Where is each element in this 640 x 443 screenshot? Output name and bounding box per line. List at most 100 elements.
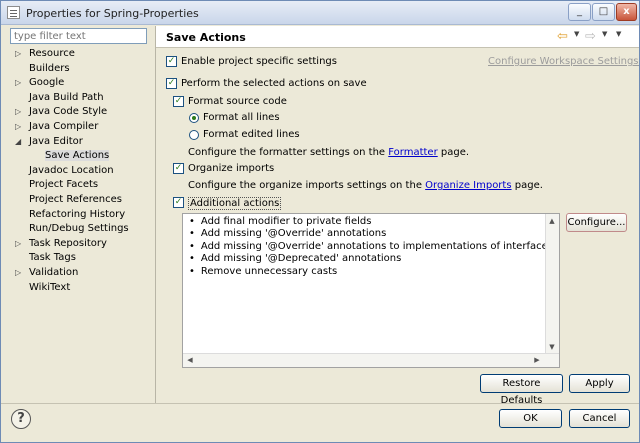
back-arrow-icon[interactable]: ⇦	[557, 29, 573, 44]
format-all-label: Format all lines	[203, 112, 280, 123]
page-title: Save Actions	[166, 31, 246, 44]
expand-arrow-icon[interactable]: ▷	[15, 122, 23, 132]
tree-item-label: Java Compiler	[29, 121, 99, 132]
tree-item-label: Run/Debug Settings	[29, 223, 129, 235]
expand-arrow-icon[interactable]: ▷	[15, 78, 23, 88]
horizontal-scrollbar[interactable]: ◀ ▶	[183, 353, 559, 367]
tree-item-label: Task Tags	[29, 252, 76, 264]
forward-arrow-icon[interactable]: ⇨	[585, 29, 601, 44]
page-header: Save Actions ⇦ ▼ ⇨ ▼ ▼	[156, 26, 639, 48]
close-button[interactable]: x	[616, 3, 637, 21]
apply-button[interactable]: Apply	[569, 374, 630, 393]
expand-arrow-icon[interactable]: ▷	[15, 239, 23, 249]
format-all-radio[interactable]	[189, 113, 199, 123]
expand-arrow-icon[interactable]: ▷	[15, 49, 23, 59]
view-menu-icon[interactable]: ▼	[616, 30, 621, 38]
scroll-left-icon[interactable]: ◀	[184, 354, 196, 366]
tree-item-label: Project References	[29, 194, 122, 205]
tree-item-label: Validation	[29, 267, 79, 278]
scroll-down-icon[interactable]: ▼	[546, 341, 558, 353]
vertical-scrollbar[interactable]: ▲ ▼	[545, 214, 559, 354]
expand-arrow-icon[interactable]: ▷	[15, 107, 23, 117]
configure-workspace-link[interactable]: Configure Workspace Settings...	[488, 56, 639, 67]
formatter-hint: Configure the formatter settings on the …	[188, 147, 469, 158]
formatter-link[interactable]: Formatter	[388, 147, 437, 158]
list-item: • Add missing '@Override' annotations	[189, 228, 386, 239]
additional-actions-label: Additional actions	[188, 197, 282, 210]
expand-arrow-icon[interactable]: ▷	[15, 268, 23, 278]
bullet-icon: •	[189, 240, 195, 252]
additional-actions-list[interactable]: • Add final modifier to private fields • Ad…	[182, 213, 560, 368]
perform-actions-checkbox[interactable]: ✓	[166, 78, 177, 89]
bullet-icon: •	[189, 253, 195, 265]
expand-arrow-icon[interactable]: ◢	[15, 137, 23, 147]
help-icon[interactable]: ?	[11, 409, 31, 429]
property-page-tree: ▷ Resource Builders ▷ Google Java Build Path ▷…	[15, 47, 153, 302]
forward-dropdown-icon[interactable]: ▼	[602, 30, 607, 38]
tree-item-label: Project Facets	[29, 179, 99, 191]
formatter-hint-post: page.	[440, 147, 470, 158]
perform-actions-label: Perform the selected actions on save	[181, 78, 367, 89]
tree-item-label: Save Actions	[45, 150, 110, 162]
ok-button[interactable]: OK	[499, 409, 562, 428]
properties-dialog: Properties for Spring-Properties _ □ x ▷…	[0, 0, 640, 443]
tree-item-label: Java Build Path	[29, 91, 104, 103]
list-item: • Add final modifier to private fields	[189, 216, 371, 227]
tree-item-label: Refactoring History	[29, 208, 126, 220]
format-source-checkbox[interactable]: ✓	[173, 96, 184, 107]
bullet-icon: •	[189, 228, 195, 240]
organize-imports-checkbox[interactable]: ✓	[173, 163, 184, 174]
action-text: Add final modifier to private fields	[200, 216, 372, 227]
restore-defaults-button[interactable]: Restore Defaults	[480, 374, 563, 406]
tree-item-label: Java Code Style	[29, 106, 108, 118]
formatter-hint-pre: Configure the formatter settings on the	[188, 147, 386, 158]
tree-item-label: Task Repository	[29, 237, 107, 249]
window-title: Properties for Spring-Properties	[26, 7, 199, 20]
footer-divider	[1, 403, 639, 404]
bullet-icon: •	[189, 216, 195, 227]
back-dropdown-icon[interactable]: ▼	[574, 30, 579, 38]
list-item: • Remove unnecessary casts	[189, 266, 337, 277]
tree-item-label: Resource	[29, 48, 75, 59]
format-edited-radio[interactable]	[189, 130, 199, 140]
list-item: • Add missing '@Deprecated' annotations	[189, 253, 401, 264]
format-edited-label: Format edited lines	[203, 129, 300, 140]
action-text: Remove unnecessary casts	[200, 265, 338, 277]
maximize-button[interactable]: □	[592, 3, 615, 21]
minimize-button[interactable]: _	[568, 3, 591, 21]
properties-window-icon	[7, 6, 20, 19]
action-text: Add missing '@Deprecated' annotations	[200, 253, 402, 265]
list-item: • Add missing '@Override' annotations to …	[189, 240, 560, 252]
pane-divider[interactable]	[155, 26, 156, 403]
bullet-icon: •	[189, 265, 195, 277]
additional-actions-checkbox[interactable]: ✓	[173, 197, 184, 208]
format-source-label: Format source code	[188, 96, 287, 107]
action-text: Add missing '@Override' annotations to i…	[200, 240, 560, 252]
organize-imports-label: Organize imports	[188, 163, 275, 174]
title-bar: Properties for Spring-Properties _ □ x	[1, 1, 639, 25]
filter-input[interactable]	[10, 28, 147, 44]
organize-hint-post: page.	[514, 180, 543, 191]
enable-project-checkbox[interactable]: ✓	[166, 56, 177, 67]
configure-button[interactable]: Configure...	[566, 213, 627, 232]
tree-item-label: WikiText	[29, 281, 71, 293]
cancel-button[interactable]: Cancel	[569, 409, 630, 428]
enable-project-label: Enable project specific settings	[181, 56, 337, 67]
scroll-right-icon[interactable]: ▶	[531, 354, 543, 366]
organize-imports-hint: Configure the organize imports settings …	[188, 180, 543, 191]
organize-hint-pre: Configure the organize imports settings …	[188, 180, 422, 191]
organize-imports-link[interactable]: Organize Imports	[425, 180, 511, 191]
tree-item-label: Google	[29, 77, 65, 89]
tree-item-label: Javadoc Location	[29, 164, 114, 176]
scroll-up-icon[interactable]: ▲	[546, 215, 558, 227]
